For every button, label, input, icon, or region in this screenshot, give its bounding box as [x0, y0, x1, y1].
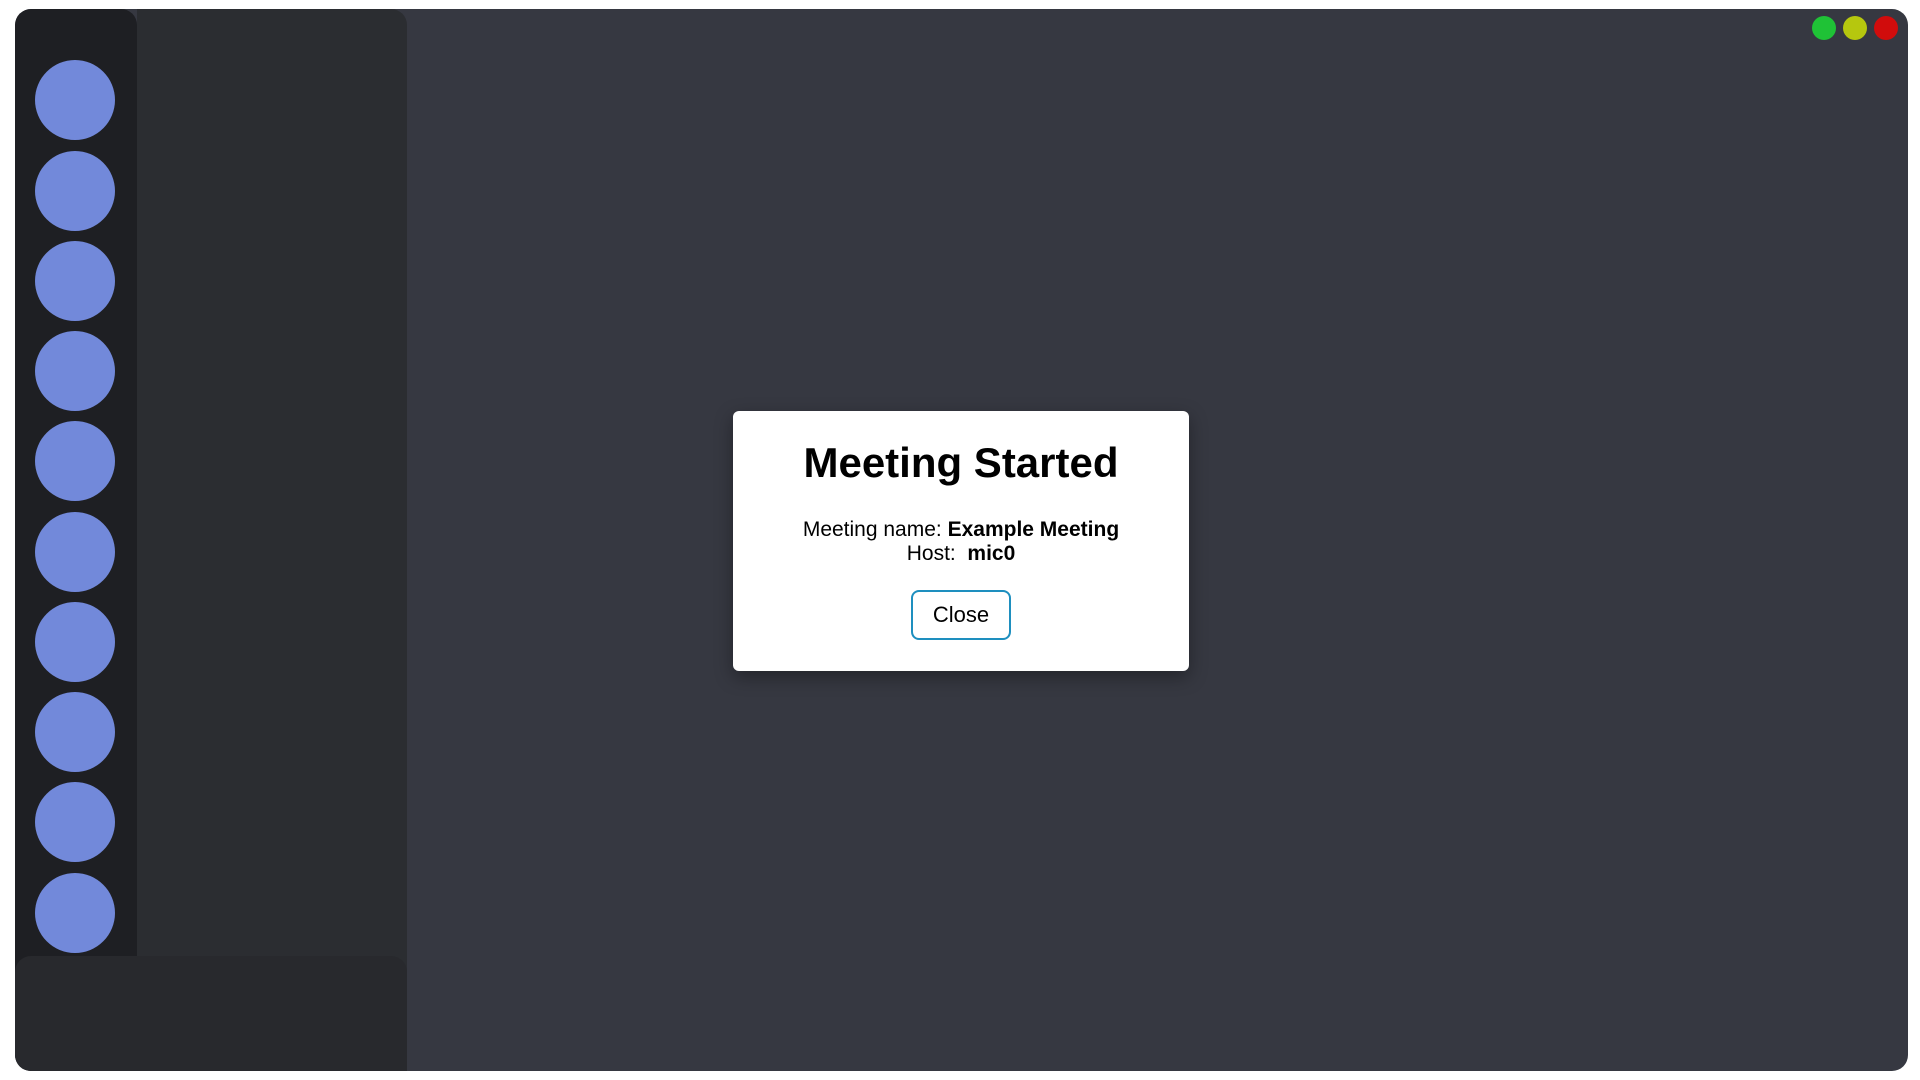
- server-avatar[interactable]: [35, 331, 115, 411]
- server-avatar[interactable]: [35, 151, 115, 231]
- server-avatar[interactable]: [35, 692, 115, 772]
- server-avatar[interactable]: [35, 241, 115, 321]
- server-avatar[interactable]: [35, 602, 115, 682]
- meeting-started-dialog: Meeting Started Meeting name: Example Me…: [733, 411, 1189, 671]
- server-avatar[interactable]: [35, 421, 115, 501]
- close-button[interactable]: Close: [911, 590, 1011, 640]
- host-value: mic0: [967, 542, 1016, 565]
- host-line: Host: mic0: [733, 542, 1189, 566]
- meeting-name-line: Meeting name: Example Meeting: [733, 518, 1189, 542]
- meeting-name-label: Meeting name:: [802, 518, 942, 541]
- close-window-button[interactable]: [1874, 16, 1898, 40]
- minimize-window-button[interactable]: [1843, 16, 1867, 40]
- server-avatar[interactable]: [35, 512, 115, 592]
- dialog-title: Meeting Started: [803, 439, 1119, 486]
- meeting-details: Meeting name: Example Meeting Host: mic0: [733, 518, 1189, 566]
- user-panel: [15, 956, 407, 1071]
- maximize-window-button[interactable]: [1812, 16, 1836, 40]
- server-avatar[interactable]: [35, 60, 115, 140]
- server-avatar[interactable]: [35, 782, 115, 862]
- window-controls: [1812, 16, 1898, 40]
- server-rail: [15, 9, 137, 1071]
- server-avatar[interactable]: [35, 873, 115, 953]
- meeting-name-value: Example Meeting: [947, 518, 1120, 541]
- host-label: Host:: [906, 542, 956, 565]
- channel-panel: [137, 9, 407, 1071]
